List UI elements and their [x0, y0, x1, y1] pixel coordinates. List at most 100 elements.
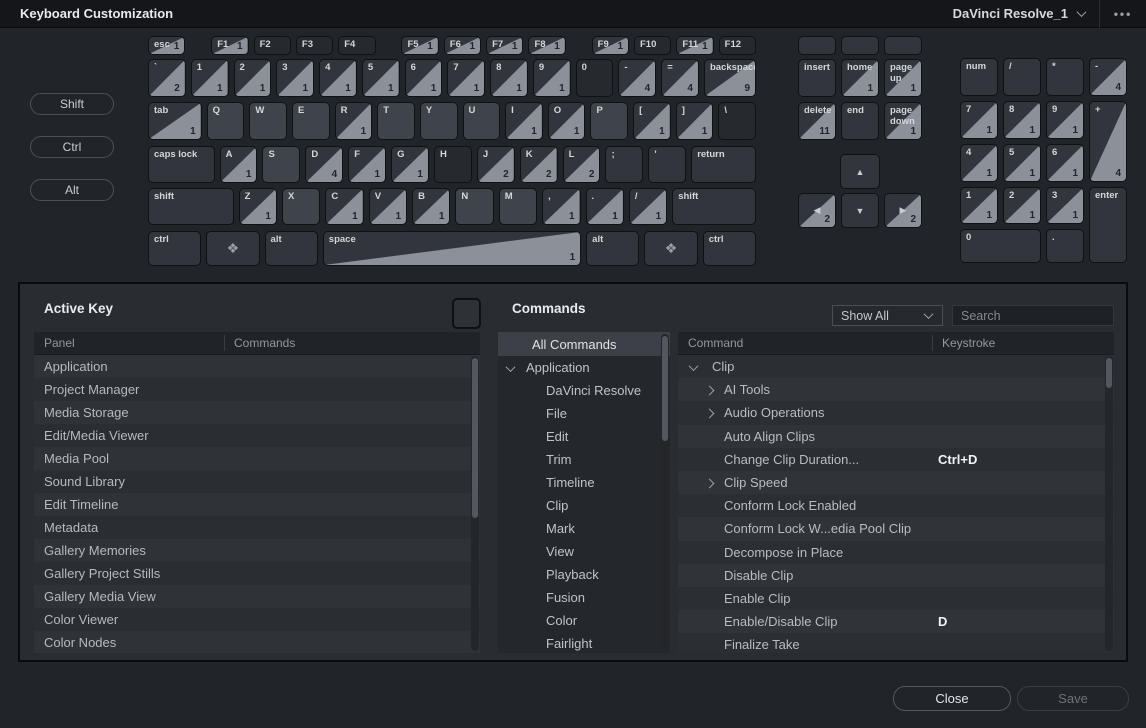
key-L[interactable]: L2 [563, 146, 601, 183]
key-caps lock[interactable]: caps lock [148, 146, 215, 183]
key-5[interactable]: 51 [362, 59, 400, 97]
key-K[interactable]: K2 [520, 146, 558, 183]
key-arrow-up[interactable]: ▲ [840, 154, 879, 189]
key-F12[interactable]: F12 [719, 36, 756, 55]
key-F4[interactable]: F4 [338, 36, 375, 55]
key-F8[interactable]: F81 [528, 36, 565, 55]
panel-row[interactable]: Color Viewer [34, 608, 480, 631]
key-shift[interactable]: shift [148, 188, 234, 225]
key-F7[interactable]: F71 [486, 36, 523, 55]
key-8[interactable]: 81 [1003, 101, 1041, 139]
key-[[interactable]: [1 [633, 102, 671, 140]
key-2[interactable]: 21 [1003, 187, 1041, 224]
show-all-dropdown[interactable]: Show All [832, 305, 943, 326]
panel-row[interactable]: Color Nodes [34, 631, 480, 653]
key-win[interactable]: ❖ [644, 231, 697, 266]
key-/[interactable]: / [1003, 58, 1041, 96]
active-key-scrollbar[interactable] [471, 356, 479, 651]
key-.[interactable]: . [1046, 229, 1084, 263]
key-ctrl[interactable]: ctrl [703, 231, 756, 266]
tree-item[interactable]: Edit [498, 425, 670, 448]
key-C[interactable]: C1 [325, 188, 363, 225]
key-3[interactable]: 31 [1046, 187, 1084, 224]
key-F2[interactable]: F2 [254, 36, 291, 55]
panel-row[interactable]: Gallery Media View [34, 585, 480, 608]
key-delete[interactable]: delete11 [798, 102, 836, 140]
command-row[interactable]: Auto Align Clips [678, 425, 1114, 448]
key-W[interactable]: W [249, 102, 287, 140]
command-row[interactable]: Enable Clip [678, 587, 1114, 610]
key-alt[interactable]: alt [586, 231, 639, 266]
key-F9[interactable]: F91 [592, 36, 629, 55]
tree-item[interactable]: View [498, 540, 670, 563]
key-F[interactable]: F1 [348, 146, 386, 183]
options-menu-button[interactable]: ••• [1100, 7, 1146, 21]
tree-item[interactable]: Fusion [498, 586, 670, 609]
key-blank[interactable] [884, 36, 922, 55]
key-end[interactable]: end [841, 102, 879, 140]
tree-item[interactable]: Trim [498, 448, 670, 471]
key-=[interactable]: =4 [661, 59, 699, 97]
tree-item[interactable]: Color [498, 609, 670, 632]
command-row[interactable]: Finalize Take [678, 633, 1114, 653]
key-1[interactable]: 11 [960, 187, 998, 224]
key-F3[interactable]: F3 [296, 36, 333, 55]
command-row[interactable]: Clip Speed [678, 471, 1114, 494]
key-arrow-left[interactable]: ◀2 [798, 193, 836, 228]
key-F11[interactable]: F111 [676, 36, 713, 55]
command-row[interactable]: Disable Clip [678, 564, 1114, 587]
key-E[interactable]: E [292, 102, 330, 140]
key-/[interactable]: /1 [629, 188, 667, 225]
key-arrow-right[interactable]: ▶2 [884, 193, 922, 228]
key-tab[interactable]: tab1 [148, 102, 202, 140]
tree-item[interactable]: Fairlight [498, 632, 670, 653]
command-row[interactable]: AI Tools [678, 378, 1114, 401]
key-I[interactable]: I1 [505, 102, 543, 140]
key-esc[interactable]: esc1 [148, 36, 185, 55]
scrollbar-thumb[interactable] [472, 358, 478, 518]
panel-row[interactable]: Project Manager [34, 378, 480, 401]
panel-row[interactable]: Sound Library [34, 470, 480, 493]
key-alt[interactable]: alt [265, 231, 318, 266]
key-2[interactable]: 21 [234, 59, 272, 97]
key-shift[interactable]: shift [672, 188, 756, 225]
command-row[interactable]: Conform Lock Enabled [678, 494, 1114, 517]
modifier-button-shift[interactable]: Shift [30, 93, 114, 115]
key-D[interactable]: D4 [305, 146, 343, 183]
panel-row[interactable]: Media Storage [34, 401, 480, 424]
key-T[interactable]: T [377, 102, 415, 140]
key-F1[interactable]: F11 [211, 36, 248, 55]
tree-item[interactable]: All Commands [498, 332, 670, 356]
modifier-button-ctrl[interactable]: Ctrl [30, 136, 114, 158]
key-][interactable]: ]1 [676, 102, 714, 140]
key-page down[interactable]: page down1 [884, 102, 922, 140]
command-row[interactable]: Decompose in Place [678, 541, 1114, 564]
preset-selector[interactable]: DaVinci Resolve_1 [939, 6, 1099, 21]
key-J[interactable]: J2 [477, 146, 515, 183]
key-9[interactable]: 91 [1046, 101, 1084, 139]
key-N[interactable]: N [455, 188, 493, 225]
key-R[interactable]: R1 [335, 102, 373, 140]
key-blank[interactable] [798, 36, 836, 55]
key-Q[interactable]: Q [207, 102, 245, 140]
scrollbar-thumb[interactable] [1106, 358, 1112, 388]
key-win[interactable]: ❖ [206, 231, 259, 266]
key-O[interactable]: O1 [548, 102, 586, 140]
key-home[interactable]: home1 [841, 59, 879, 97]
key-enter[interactable]: enter [1089, 187, 1127, 263]
panel-row[interactable]: Gallery Memories [34, 539, 480, 562]
key-9[interactable]: 91 [533, 59, 571, 97]
key-.[interactable]: .1 [586, 188, 624, 225]
tree-item[interactable]: Clip [498, 494, 670, 517]
key-1[interactable]: 11 [191, 59, 229, 97]
key-B[interactable]: B1 [412, 188, 450, 225]
key-page up[interactable]: page up1 [884, 59, 922, 97]
key--[interactable]: -4 [1089, 58, 1127, 96]
key-F10[interactable]: F10 [634, 36, 671, 55]
commands-tree-scrollbar[interactable] [661, 334, 669, 651]
key-*[interactable]: * [1046, 58, 1084, 96]
key-4[interactable]: 41 [960, 144, 998, 182]
key-space[interactable]: space1 [323, 231, 581, 266]
search-input[interactable] [952, 305, 1114, 326]
tree-item[interactable]: Application [498, 356, 670, 379]
